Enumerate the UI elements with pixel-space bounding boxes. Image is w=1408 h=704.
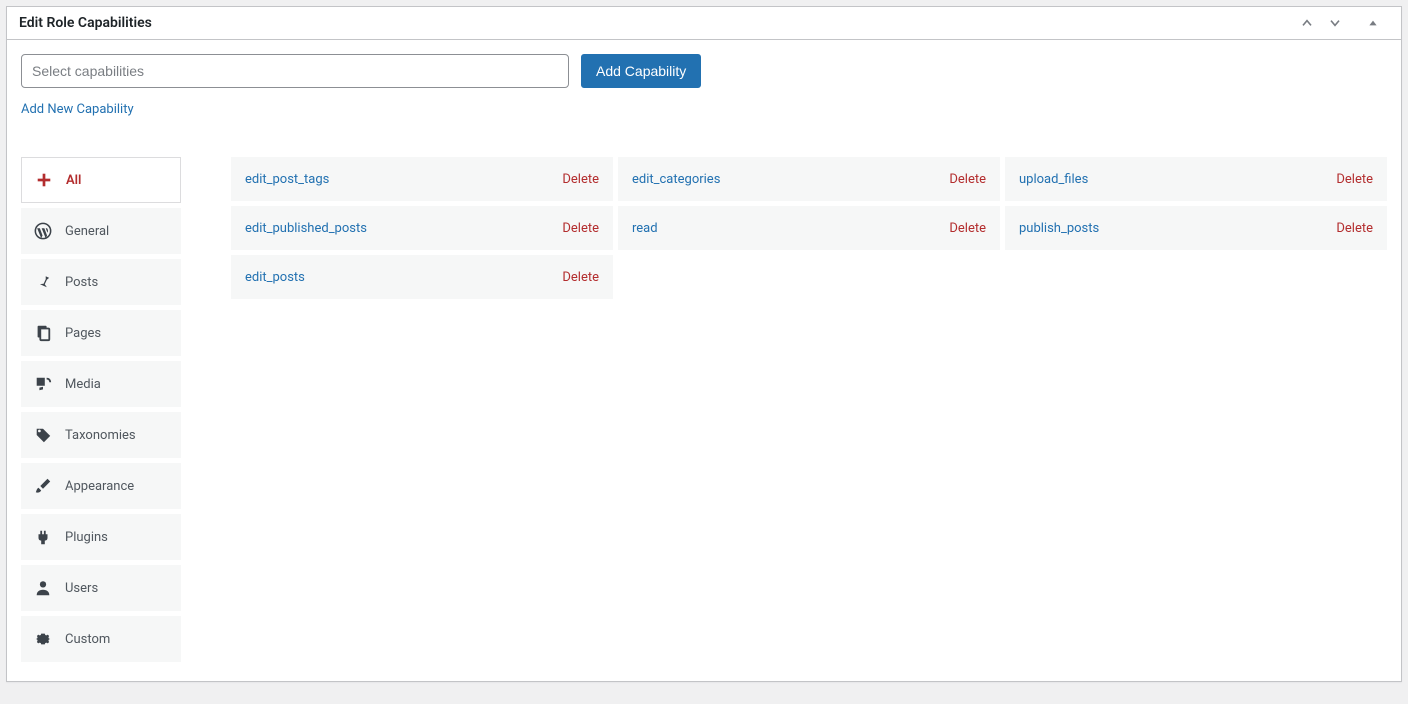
sidebar-item-label: All [66,173,81,188]
move-down-icon[interactable] [1327,15,1349,31]
sidebar-item-label: Custom [65,632,110,647]
capabilities-grid: edit_post_tags Delete edit_categories Delet… [231,157,1387,667]
gear-icon [33,629,53,649]
capability-delete-link[interactable]: Delete [949,221,986,236]
capability-name[interactable]: edit_categories [632,172,720,187]
capability-name[interactable]: upload_files [1019,172,1088,187]
sidebar-item-custom[interactable]: Custom [21,616,181,662]
plus-icon [34,170,54,190]
capability-card: edit_post_tags Delete [231,157,613,201]
capability-card: edit_categories Delete [618,157,1000,201]
panel-body: Add Capability Add New Capability All Ge… [7,40,1401,681]
user-icon [33,578,53,598]
pin-icon [33,272,53,292]
wordpress-icon [33,221,53,241]
capability-name[interactable]: edit_posts [245,270,305,285]
tag-icon [33,425,53,445]
toolbar: Add Capability [21,54,1387,88]
add-capability-button[interactable]: Add Capability [581,54,701,88]
capability-card: read Delete [618,206,1000,250]
sidebar-item-plugins[interactable]: Plugins [21,514,181,560]
panel-header-controls [1299,15,1389,31]
capability-delete-link[interactable]: Delete [1336,172,1373,187]
panel-header: Edit Role Capabilities [7,7,1401,40]
sidebar-item-pages[interactable]: Pages [21,310,181,356]
sidebar-item-appearance[interactable]: Appearance [21,463,181,509]
capability-card: edit_published_posts Delete [231,206,613,250]
toggle-panel-icon[interactable] [1367,17,1389,29]
main-area: All General Posts [21,157,1387,667]
sidebar-item-general[interactable]: General [21,208,181,254]
sidebar-item-label: Pages [65,326,101,341]
capability-delete-link[interactable]: Delete [1336,221,1373,236]
sidebar-item-label: Plugins [65,530,108,545]
sidebar-item-label: Taxonomies [65,428,136,443]
sidebar-item-all[interactable]: All [21,157,181,203]
sidebar-item-label: Posts [65,275,98,290]
capability-card: upload_files Delete [1005,157,1387,201]
sidebar-item-taxonomies[interactable]: Taxonomies [21,412,181,458]
panel-title: Edit Role Capabilities [19,15,1299,31]
capability-delete-link[interactable]: Delete [562,172,599,187]
capability-name[interactable]: read [632,221,658,236]
sidebar-item-posts[interactable]: Posts [21,259,181,305]
pages-icon [33,323,53,343]
sidebar-item-label: Appearance [65,479,134,494]
media-icon [33,374,53,394]
plug-icon [33,527,53,547]
select-capabilities-input[interactable] [21,54,569,88]
capability-card: publish_posts Delete [1005,206,1387,250]
capability-delete-link[interactable]: Delete [562,270,599,285]
brush-icon [33,476,53,496]
capability-name[interactable]: edit_post_tags [245,172,329,187]
capability-name[interactable]: publish_posts [1019,221,1099,236]
sidebar-item-label: Users [65,581,98,596]
add-new-capability-link[interactable]: Add New Capability [21,102,134,117]
move-up-icon[interactable] [1299,15,1321,31]
capability-delete-link[interactable]: Delete [949,172,986,187]
sidebar-item-label: Media [65,377,101,392]
capability-card: edit_posts Delete [231,255,613,299]
category-sidebar: All General Posts [21,157,181,667]
edit-role-capabilities-panel: Edit Role Capabilities Add Capability Ad… [6,6,1402,682]
capability-name[interactable]: edit_published_posts [245,221,367,236]
sidebar-item-media[interactable]: Media [21,361,181,407]
sidebar-item-users[interactable]: Users [21,565,181,611]
capability-delete-link[interactable]: Delete [562,221,599,236]
sidebar-item-label: General [65,224,109,239]
